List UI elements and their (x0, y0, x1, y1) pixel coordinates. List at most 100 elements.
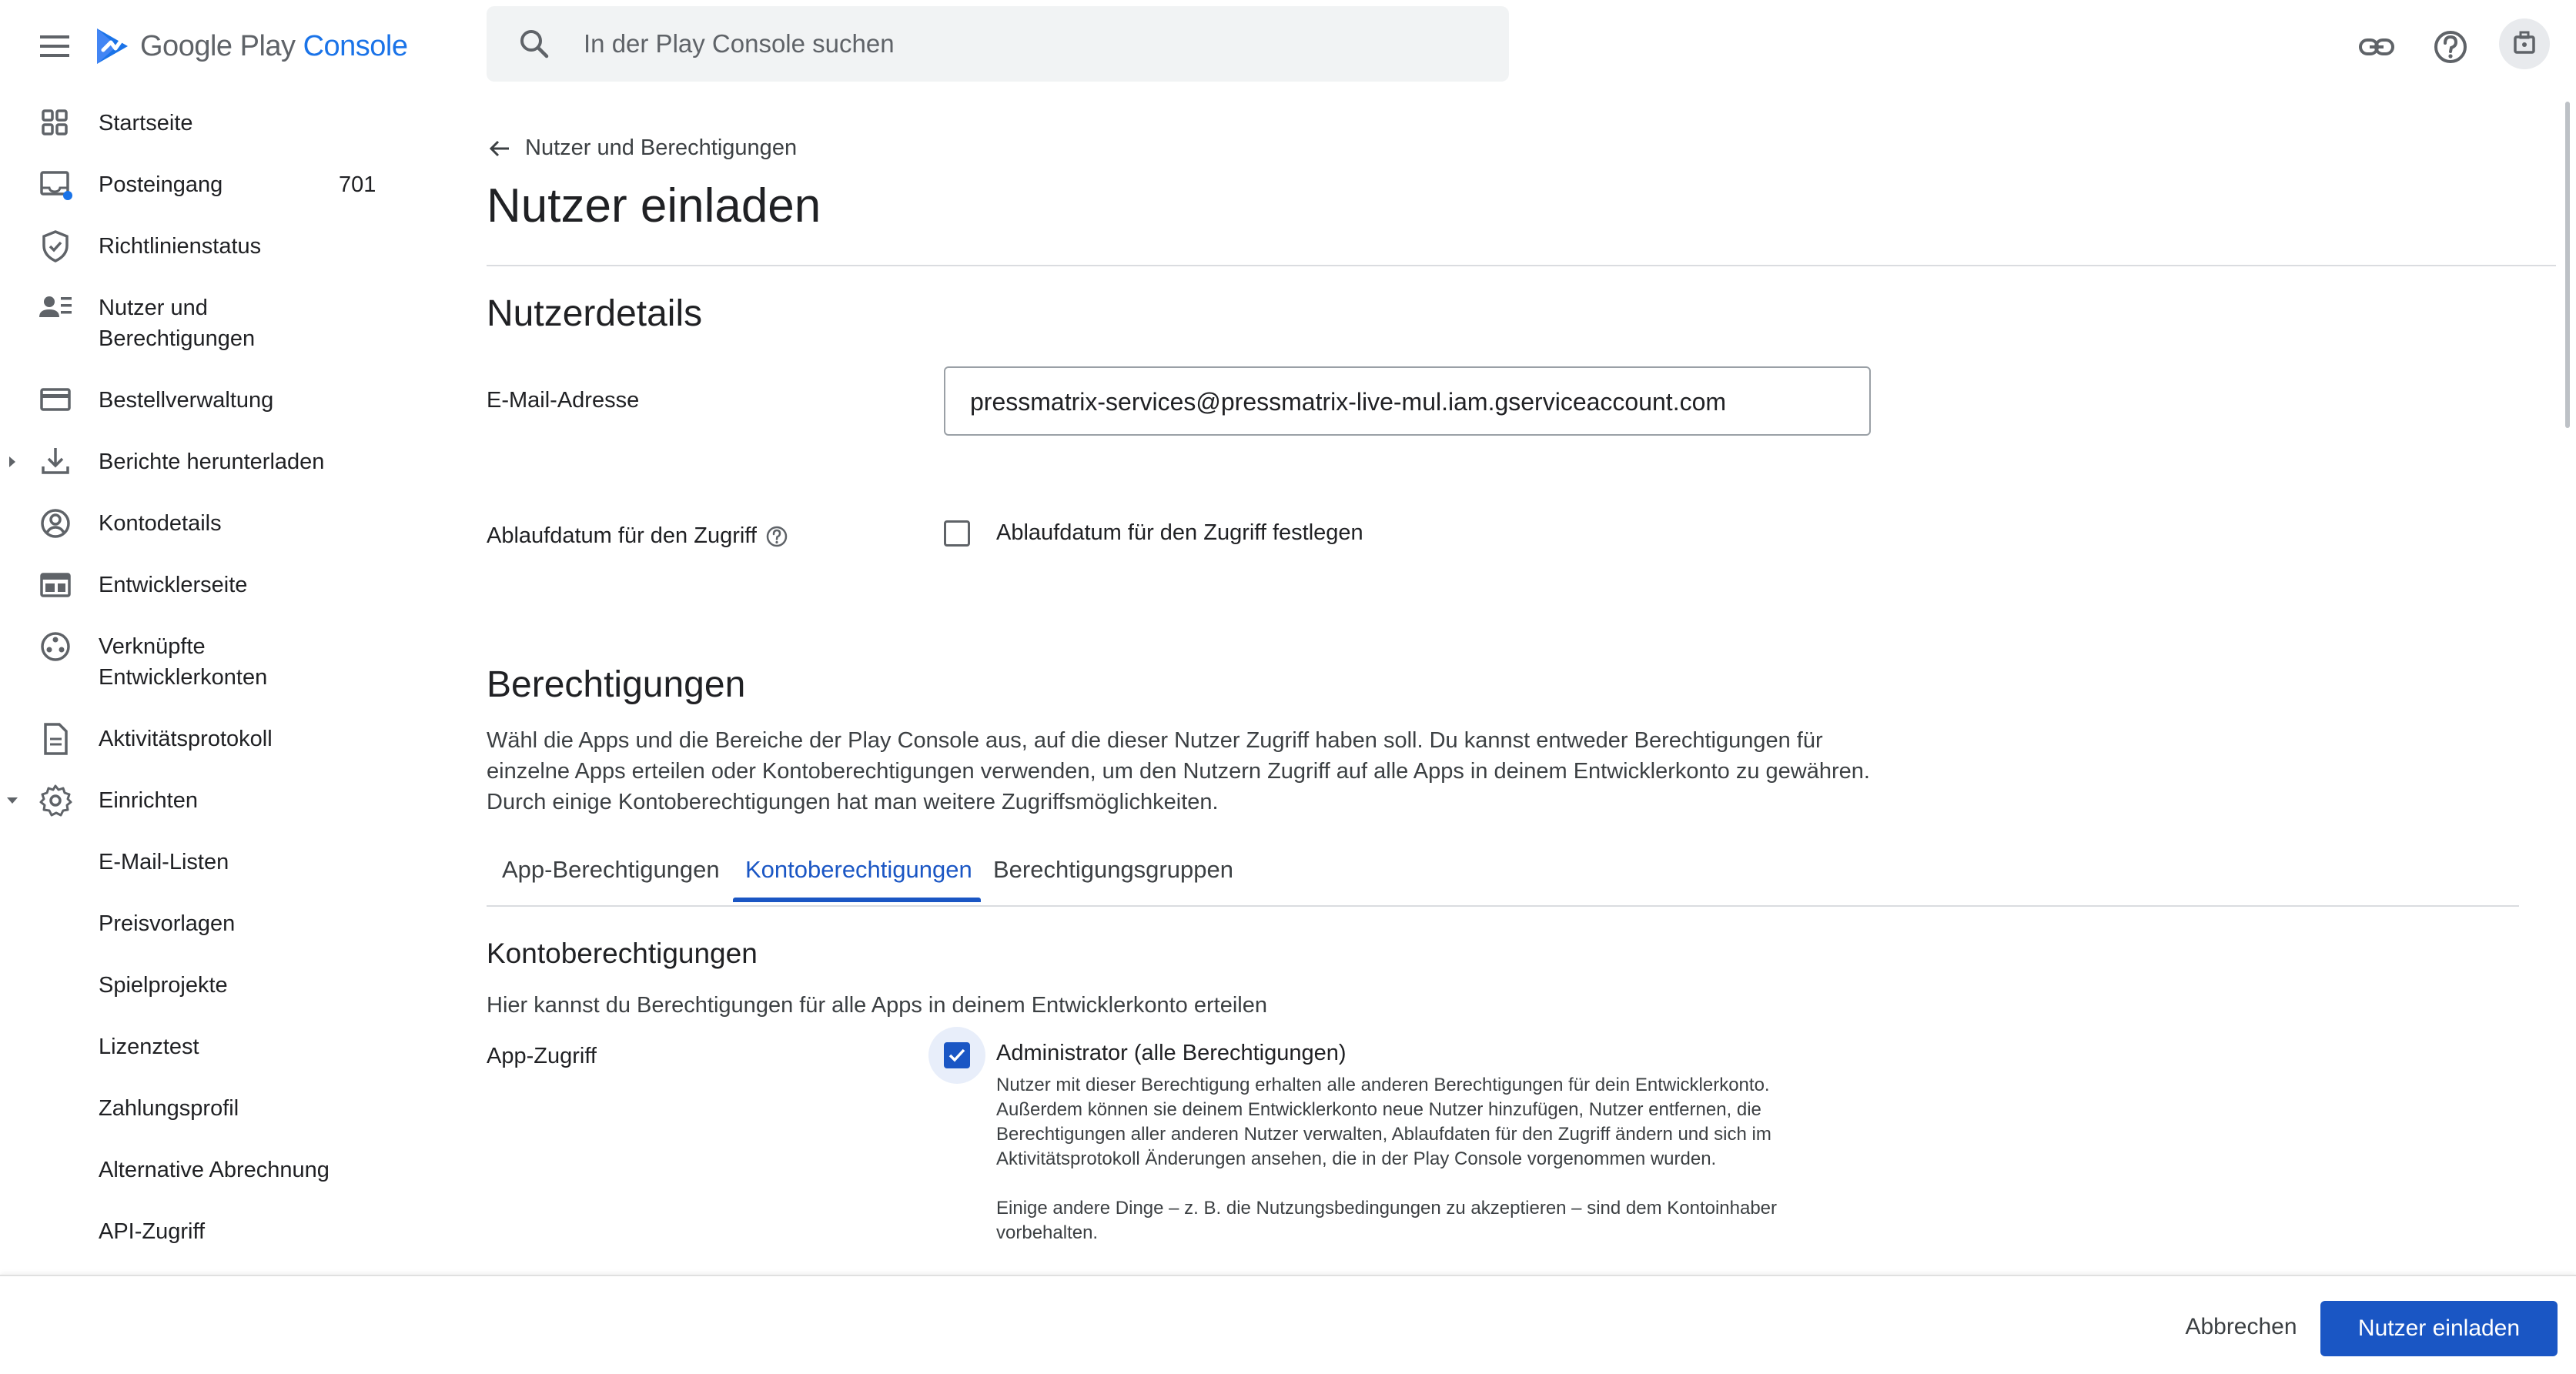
sidebar-item-einrichten[interactable]: Einrichten (0, 782, 431, 819)
sidebar-item-label: Spielprojekte (99, 973, 228, 998)
sidebar-item-email-listen[interactable]: E-Mail-Listen (0, 844, 431, 881)
inbox-count-badge: 701 (339, 172, 376, 197)
sidebar-item-label-line2: Berechtigungen (99, 326, 256, 351)
developer-account-icon (2514, 31, 2535, 54)
permissions-description-line: einzelne Apps erteilen oder Kontoberecht… (487, 759, 1870, 784)
google-play-console-logo[interactable]: Google Play Console (94, 23, 408, 69)
page-scrollbar[interactable] (2565, 102, 2570, 428)
sidebar-item-api-zugriff[interactable]: API-Zugriff (0, 1213, 431, 1250)
expiry-label: Ablaufdatum für den Zugriff (487, 523, 757, 548)
help-outline-icon[interactable] (764, 524, 789, 549)
caret-down-icon (7, 797, 18, 804)
sidebar-item-aktivitaetsprotokoll[interactable]: Aktivitätsprotokoll (0, 720, 431, 757)
admin-description-line: Nutzer mit dieser Berechtigung erhalten … (996, 1075, 1770, 1095)
dashboard-icon (42, 109, 68, 135)
sidebar-item-posteingang[interactable]: Posteingang 701 (0, 166, 431, 203)
permissions-description-line: Wähl die Apps und die Bereiche der Play … (487, 728, 1823, 753)
footer-action-bar: Abbrechen Nutzer einladen (0, 1275, 2576, 1374)
sidebar-item-lizenztest[interactable]: Lizenztest (0, 1028, 431, 1065)
permissions-description-line: Durch einige Kontoberechtigungen hat man… (487, 790, 1219, 814)
tab-app-berechtigungen[interactable]: App-Berechtigungen (502, 856, 720, 884)
sidebar: Startseite Posteingang 701 Richtlinienst… (0, 92, 431, 1278)
link-button[interactable] (2353, 23, 2400, 71)
download-icon (42, 448, 69, 474)
tab-kontoberechtigungen[interactable]: Kontoberechtigungen (745, 856, 972, 884)
section-heading-berechtigungen: Berechtigungen (487, 664, 746, 705)
sidebar-item-bestellverwaltung[interactable]: Bestellverwaltung (0, 382, 431, 419)
logo-text: Google Play Console (140, 29, 408, 62)
permissions-tabs: App-Berechtigungen Kontoberechtigungen B… (487, 844, 2519, 907)
account-avatar[interactable] (2499, 18, 2550, 69)
active-tab-indicator (733, 898, 981, 902)
expiry-label-group: Ablaufdatum für den Zugriff (487, 523, 789, 549)
account-permissions-heading: Kontoberechtigungen (487, 938, 758, 969)
play-logo-icon (97, 28, 128, 64)
credit-card-icon (40, 388, 71, 411)
sidebar-item-label: Posteingang (99, 172, 223, 197)
account-permissions-subtitle: Hier kannst du Berechtigungen für alle A… (487, 993, 1267, 1018)
section-heading-nutzerdetails: Nutzerdetails (487, 293, 703, 334)
sidebar-item-richtlinienstatus[interactable]: Richtlinienstatus (0, 228, 431, 265)
sidebar-item-label: Verknüpfte (99, 634, 206, 659)
sidebar-item-label: Entwicklerseite (99, 573, 248, 597)
inbox-icon (40, 171, 72, 200)
sidebar-item-label: Alternative Abrechnung (99, 1158, 330, 1182)
sidebar-item-label: Startseite (99, 111, 193, 135)
admin-description-line: Einige andere Dinge – z. B. die Nutzungs… (996, 1198, 1778, 1219)
email-field[interactable] (944, 366, 1871, 436)
back-link[interactable]: Nutzer und Berechtigungen (488, 135, 797, 161)
menu-icon (40, 35, 69, 57)
search-icon (520, 30, 549, 59)
sidebar-item-entwicklerseite[interactable]: Entwicklerseite (0, 567, 431, 603)
sidebar-item-alternative-abrechnung[interactable]: Alternative Abrechnung (0, 1152, 431, 1188)
tab-berechtigungsgruppen[interactable]: Berechtigungsgruppen (993, 856, 1233, 884)
sidebar-item-verknuepfte-entwicklerkonten[interactable]: Verknüpfte Entwicklerkonten (0, 628, 431, 696)
document-icon (44, 723, 68, 755)
page-title: Nutzer einladen (487, 179, 821, 232)
expiry-checkbox-label: Ablaufdatum für den Zugriff festlegen (996, 520, 1363, 545)
email-input[interactable] (969, 382, 1849, 422)
back-link-label: Nutzer und Berechtigungen (525, 135, 798, 160)
help-button[interactable] (2427, 23, 2474, 71)
sidebar-item-label: API-Zugriff (99, 1219, 206, 1244)
admin-checkbox[interactable] (944, 1042, 970, 1068)
sidebar-item-label: Einrichten (99, 788, 198, 813)
admin-description-line: Aktivitätsprotokoll Änderungen ansehen, … (996, 1148, 1717, 1169)
linked-accounts-icon (41, 632, 70, 661)
sidebar-item-preisvorlagen[interactable]: Preisvorlagen (0, 905, 431, 942)
sidebar-item-label: Bestellverwaltung (99, 388, 274, 413)
admin-checkbox-label: Administrator (alle Berechtigungen) (996, 1041, 1347, 1065)
sidebar-item-label: Kontodetails (99, 511, 222, 536)
sidebar-item-label-line2: Entwicklerkonten (99, 665, 268, 690)
admin-description-line: Berechtigungen aller anderen Nutzer verw… (996, 1124, 1771, 1145)
sidebar-item-kontodetails[interactable]: Kontodetails (0, 505, 431, 542)
admin-description: Nutzer mit dieser Berechtigung erhalten … (996, 1073, 1777, 1245)
search-bar[interactable] (487, 6, 1509, 82)
permissions-description: Wähl die Apps und die Bereiche der Play … (487, 725, 1870, 817)
checkmark-icon (948, 1048, 965, 1062)
title-divider (487, 265, 2556, 266)
account-circle-icon (41, 509, 70, 538)
sidebar-item-nutzer-und-berechtigungen[interactable]: Nutzer und Berechtigungen (0, 289, 431, 357)
sidebar-item-startseite[interactable]: Startseite (0, 105, 431, 142)
sidebar-item-label: Preisvorlagen (99, 911, 236, 936)
app-access-label: App-Zugriff (487, 1044, 597, 1068)
sidebar-item-label: Lizenztest (99, 1035, 199, 1059)
expiry-checkbox[interactable] (944, 520, 970, 547)
link-icon (2359, 38, 2394, 55)
sidebar-item-spielprojekte[interactable]: Spielprojekte (0, 967, 431, 1004)
sidebar-item-label: Zahlungsprofil (99, 1096, 239, 1121)
manage-accounts-icon (39, 296, 72, 317)
admin-description-line: Außerdem können sie deinem Entwicklerkon… (996, 1099, 1761, 1120)
cancel-button[interactable]: Abbrechen (2160, 1299, 2322, 1355)
email-label: E-Mail-Adresse (487, 388, 640, 413)
admin-description-line: vorbehalten. (996, 1222, 1099, 1243)
sidebar-item-label: E-Mail-Listen (99, 850, 229, 874)
invite-user-button[interactable]: Nutzer einladen (2320, 1301, 2558, 1356)
search-input[interactable] (582, 22, 1478, 66)
sidebar-item-zahlungsprofil[interactable]: Zahlungsprofil (0, 1090, 431, 1127)
sidebar-item-label: Berichte herunterladen (99, 450, 325, 474)
main-menu-button[interactable] (34, 25, 77, 68)
sidebar-item-berichte-herunterladen[interactable]: Berichte herunterladen (0, 443, 431, 480)
sidebar-item-label: Nutzer und (99, 296, 208, 320)
